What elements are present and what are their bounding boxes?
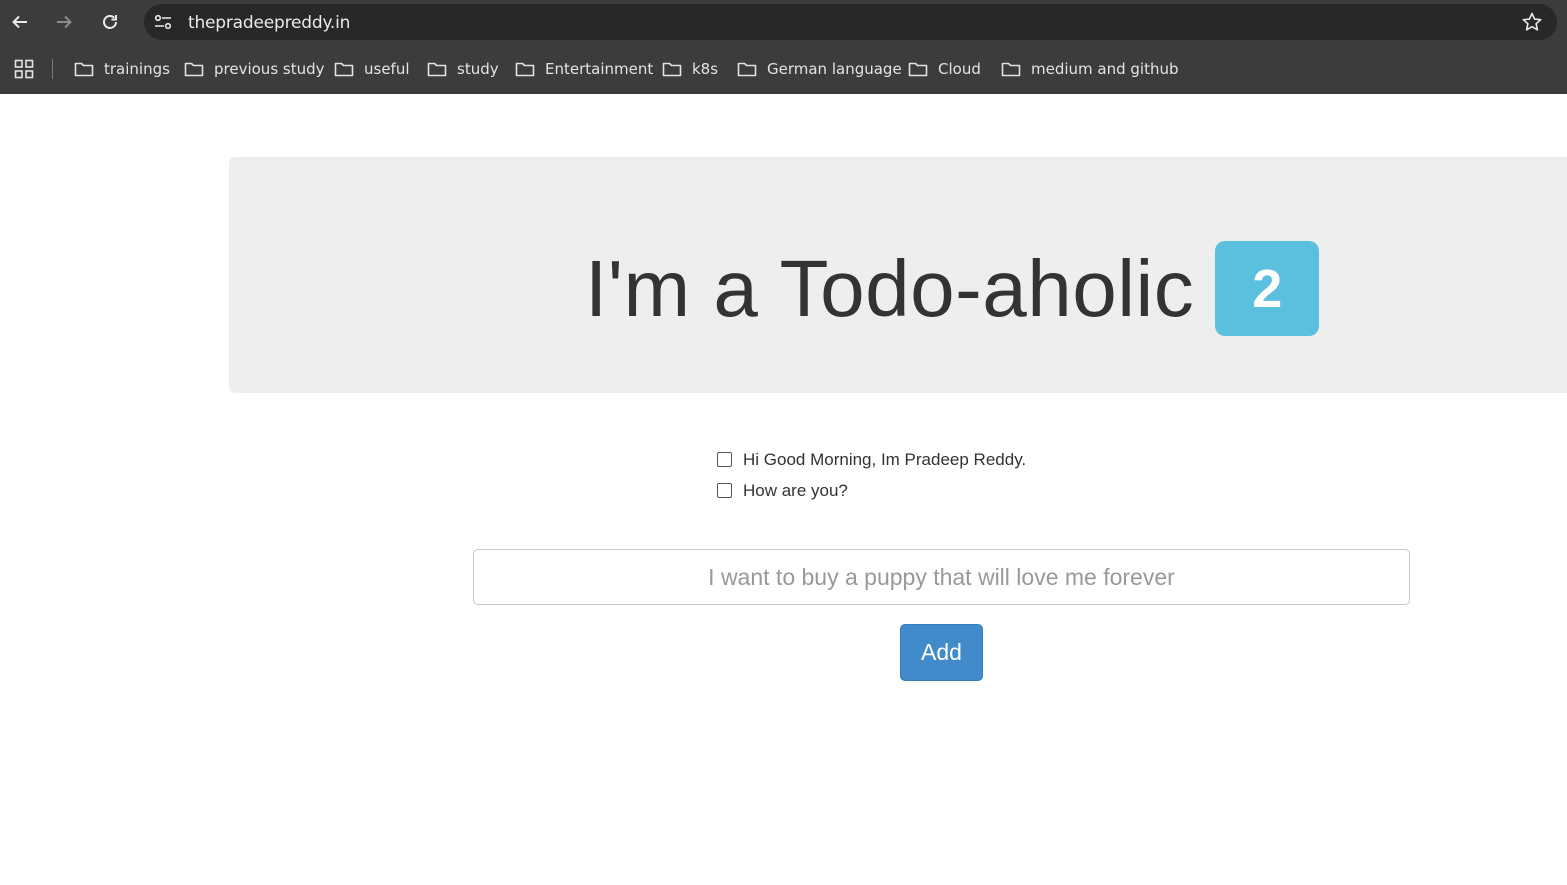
- todo-item: How are you?: [716, 475, 1026, 506]
- bookmark-folder[interactable]: study: [427, 57, 499, 81]
- arrow-left-icon: [12, 15, 27, 29]
- bookmark-folder[interactable]: trainings: [74, 57, 170, 81]
- bookmark-star-icon[interactable]: [1521, 11, 1543, 33]
- browser-toolbar: thepradeepreddy.in: [0, 0, 1567, 44]
- page-title: I'm a Todo-aholic: [585, 243, 1195, 333]
- bookmark-folder[interactable]: useful: [334, 57, 410, 81]
- bookmark-folder[interactable]: Cloud: [908, 57, 981, 81]
- todo-text: How are you?: [743, 480, 848, 500]
- folder-icon: [427, 62, 447, 77]
- todo-text: Hi Good Morning, Im Pradeep Reddy.: [743, 449, 1027, 469]
- header-jumbotron: I'm a Todo-aholic 2: [229, 157, 1567, 393]
- bookmark-folder[interactable]: German language: [737, 57, 902, 81]
- folder-icon: [1001, 62, 1021, 77]
- add-button[interactable]: Add: [900, 624, 983, 681]
- new-todo-input[interactable]: [473, 549, 1410, 605]
- todo-item: Hi Good Morning, Im Pradeep Reddy.: [716, 444, 1026, 475]
- todo-checkbox[interactable]: [717, 452, 732, 467]
- bookmark-folder[interactable]: medium and github: [1001, 57, 1179, 81]
- bookmark-folder[interactable]: previous study: [184, 57, 325, 81]
- bookmarks-separator: [52, 59, 53, 79]
- folder-icon: [74, 62, 94, 77]
- forward-button[interactable]: [50, 8, 78, 36]
- folder-icon: [908, 62, 928, 77]
- reload-icon: [103, 15, 117, 29]
- arrow-right-icon: [57, 15, 72, 29]
- back-button[interactable]: [6, 8, 34, 36]
- folder-icon: [515, 62, 535, 77]
- folder-icon: [334, 62, 354, 77]
- apps-grid-icon[interactable]: [14, 59, 34, 79]
- reload-button[interactable]: [96, 8, 124, 36]
- bookmark-folder[interactable]: Entertainment: [515, 57, 653, 81]
- folder-icon: [184, 62, 204, 77]
- url-text[interactable]: thepradeepreddy.in: [188, 13, 350, 33]
- bookmark-folder[interactable]: k8s: [662, 57, 718, 81]
- folder-icon: [662, 62, 682, 77]
- todo-checkbox[interactable]: [717, 483, 732, 498]
- folder-icon: [737, 62, 757, 77]
- todo-count-badge: 2: [1215, 241, 1320, 336]
- page-heading: I'm a Todo-aholic 2: [585, 241, 1320, 336]
- address-bar[interactable]: thepradeepreddy.in: [144, 4, 1557, 40]
- bookmarks-bar: trainings previous study useful study En…: [0, 44, 1567, 94]
- site-info-icon[interactable]: [152, 12, 174, 32]
- todo-list: Hi Good Morning, Im Pradeep Reddy. How a…: [716, 444, 1026, 506]
